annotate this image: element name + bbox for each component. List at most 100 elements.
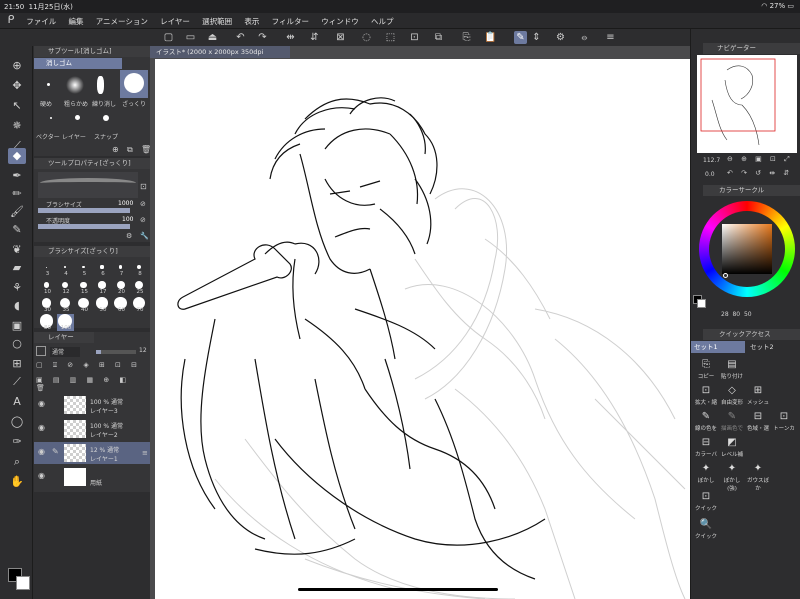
quick-access-tab-set1[interactable]: セット1 xyxy=(691,341,745,353)
qa-free-transform[interactable]: ◇ 自由変形 xyxy=(719,385,745,406)
menu-view[interactable]: 表示 xyxy=(239,13,264,30)
layer-toolbar-row2[interactable]: ▣ ▤ ▥ ▦ ⊕ ◧ 🗑 xyxy=(36,376,148,392)
menu-edit[interactable]: 編集 xyxy=(63,13,88,30)
navigator-angle-value[interactable]: 0.0 xyxy=(705,171,715,178)
opacity-dynamics-icon[interactable]: ⊘ xyxy=(140,216,146,224)
qa-quick-1[interactable]: ⊡ クイック xyxy=(693,491,719,512)
crop-icon[interactable]: ⊡ xyxy=(408,31,421,44)
brush-rough[interactable] xyxy=(120,70,148,98)
magic-wand-icon[interactable]: ✵ xyxy=(8,118,26,134)
correct-line-tool-icon[interactable]: ✑ xyxy=(8,434,26,450)
eraser-tool-icon[interactable]: ◆ xyxy=(8,148,26,164)
layer-item-paper[interactable]: ◉ 用紙 xyxy=(34,466,150,488)
opacity-value[interactable]: 100 xyxy=(122,216,133,223)
brush-size-cell[interactable]: 50 xyxy=(94,296,111,313)
brush-size-cell[interactable]: 100 xyxy=(56,314,74,331)
deselect-icon[interactable]: ⬚ xyxy=(384,31,397,44)
qa-level-correction[interactable]: ◩ レベル補 xyxy=(719,437,745,458)
brush-settings-icon[interactable]: ⦵ xyxy=(578,31,591,44)
brush-size-value[interactable]: 1000 xyxy=(118,200,133,207)
layer-color-icon[interactable] xyxy=(36,346,46,356)
brush-size-cell[interactable]: 17 xyxy=(94,278,111,295)
airbrush-tool-icon[interactable]: ✎ xyxy=(8,222,26,238)
brush-size-cell[interactable]: 10 xyxy=(38,278,55,295)
sub-color-chip[interactable] xyxy=(697,299,706,308)
color-square[interactable] xyxy=(722,224,772,274)
pen-tool-icon[interactable]: ✒ xyxy=(8,168,26,184)
tool-settings-icon[interactable]: ⚙ xyxy=(126,232,132,240)
layer-opacity-slider[interactable] xyxy=(96,350,136,354)
brush-dot-layer[interactable] xyxy=(75,115,80,120)
layer-item-2[interactable]: ◉ 100 % 通常 レイヤー2 xyxy=(34,418,150,440)
snap-arrows-icon[interactable]: ⇕ xyxy=(530,31,543,44)
brush-size-cell[interactable]: 12 xyxy=(57,278,74,295)
brush-size-cell[interactable]: 15 xyxy=(75,278,92,295)
document-tab[interactable]: イラスト* (2000 x 2000px 350dpi 112.7%) xyxy=(150,46,290,68)
magnifier-tool-icon[interactable]: ⌕ xyxy=(8,454,26,470)
layer-item-3[interactable]: ◉ 100 % 通常 レイヤー3 xyxy=(34,394,150,416)
open-file-icon[interactable]: ▭ xyxy=(184,31,197,44)
duplicate-subtool-icon[interactable]: ⧉ xyxy=(127,145,133,155)
brush-size-cell[interactable]: 7 xyxy=(112,260,129,277)
eye-icon[interactable]: ◉ xyxy=(38,399,45,408)
hand-tool-icon[interactable]: ✋ xyxy=(8,474,26,490)
brush-dot-snap[interactable] xyxy=(103,115,109,121)
text-tool-icon[interactable]: A xyxy=(8,394,26,410)
flip-vertical-icon[interactable]: ⇵ xyxy=(308,31,321,44)
qa-line-color[interactable]: ✎ 線の色を xyxy=(693,411,719,432)
qa-copy[interactable]: ⎘ コピー xyxy=(693,359,719,380)
blend-mode-select[interactable]: 通常 xyxy=(50,347,80,357)
brush-size-cell[interactable]: 30 xyxy=(38,296,55,313)
layer-opacity-value[interactable]: 12 xyxy=(139,347,147,354)
brush-size-dynamics-icon[interactable]: ⊘ xyxy=(140,200,146,208)
eye-icon[interactable]: ◉ xyxy=(38,471,45,480)
frame-tool-icon[interactable]: ⊞ xyxy=(8,356,26,372)
settings-icon[interactable]: ⚙ xyxy=(554,31,567,44)
color-picker-cursor[interactable] xyxy=(723,273,728,278)
brush-size-cell[interactable]: 25 xyxy=(131,278,148,295)
eraser2-tool-icon[interactable]: ▰ xyxy=(8,260,26,276)
navigator-zoom-value[interactable]: 112.7 xyxy=(703,157,720,164)
copy-icon[interactable]: ⎘ xyxy=(460,31,473,44)
brush-hard[interactable] xyxy=(38,74,60,96)
fill-tool-icon[interactable]: ◖ xyxy=(8,298,26,314)
clear-icon[interactable]: ⊠ xyxy=(334,31,347,44)
eye-icon[interactable]: ◉ xyxy=(38,423,45,432)
brush-kneaded[interactable] xyxy=(90,74,112,96)
layer-item-1[interactable]: ◉ ✎ 12 % 通常 レイヤー1 ≡ xyxy=(34,442,150,464)
brush-size-cell[interactable]: 8 xyxy=(131,260,148,277)
transform-icon[interactable]: ⧉ xyxy=(432,31,445,44)
brush-size-cell[interactable]: 4 xyxy=(57,260,74,277)
hamburger-menu-icon[interactable]: ≡ xyxy=(604,31,617,44)
menu-filter[interactable]: フィルター xyxy=(267,13,314,30)
qa-mesh[interactable]: ⊞ メッシュ xyxy=(745,385,771,406)
brush-size-cell[interactable]: 60 xyxy=(112,296,129,313)
brush-size-cell[interactable]: 40 xyxy=(75,296,92,313)
snap-icon[interactable]: ✎ xyxy=(514,31,527,44)
qa-gaussian-blur[interactable]: ✦ ガウスぼか xyxy=(745,463,771,492)
layer-menu-icon[interactable]: ≡ xyxy=(142,449,148,457)
brush-size-slider[interactable] xyxy=(38,208,130,213)
brush-tool-icon[interactable]: 🖌 xyxy=(8,204,26,220)
opacity-slider[interactable] xyxy=(38,224,130,229)
menu-layer[interactable]: レイヤー xyxy=(155,13,195,30)
new-file-icon[interactable]: ▢ xyxy=(162,31,175,44)
pencil-tool-icon[interactable]: ✏ xyxy=(8,186,26,202)
sub-color-swatch[interactable] xyxy=(16,576,30,590)
brush-size-cell[interactable]: 20 xyxy=(112,278,129,295)
redo-icon[interactable]: ↷ xyxy=(256,31,269,44)
save-icon[interactable]: ⏏ xyxy=(206,31,219,44)
color-wheel[interactable] xyxy=(699,201,795,297)
decoration-tool-icon[interactable]: ❦ xyxy=(8,242,26,258)
qa-tone-curve[interactable]: ⊡ トーンカ xyxy=(771,411,797,432)
menu-animation[interactable]: アニメーション xyxy=(91,13,153,30)
brush-size-cell[interactable]: 35 xyxy=(57,296,74,313)
qa-blur-strong[interactable]: ✦ ぼかし(強) xyxy=(719,463,745,492)
qa-paste[interactable]: ▤ 貼り付け xyxy=(719,359,745,380)
blend-tool-icon[interactable]: ⚘ xyxy=(8,280,26,296)
navigator-preview[interactable] xyxy=(697,55,797,153)
move-tool-icon[interactable]: ✥ xyxy=(8,78,26,94)
brush-size-cell[interactable]: 3 xyxy=(38,260,55,277)
menu-file[interactable]: ファイル xyxy=(21,13,61,30)
select-icon[interactable]: ◌ xyxy=(360,31,373,44)
